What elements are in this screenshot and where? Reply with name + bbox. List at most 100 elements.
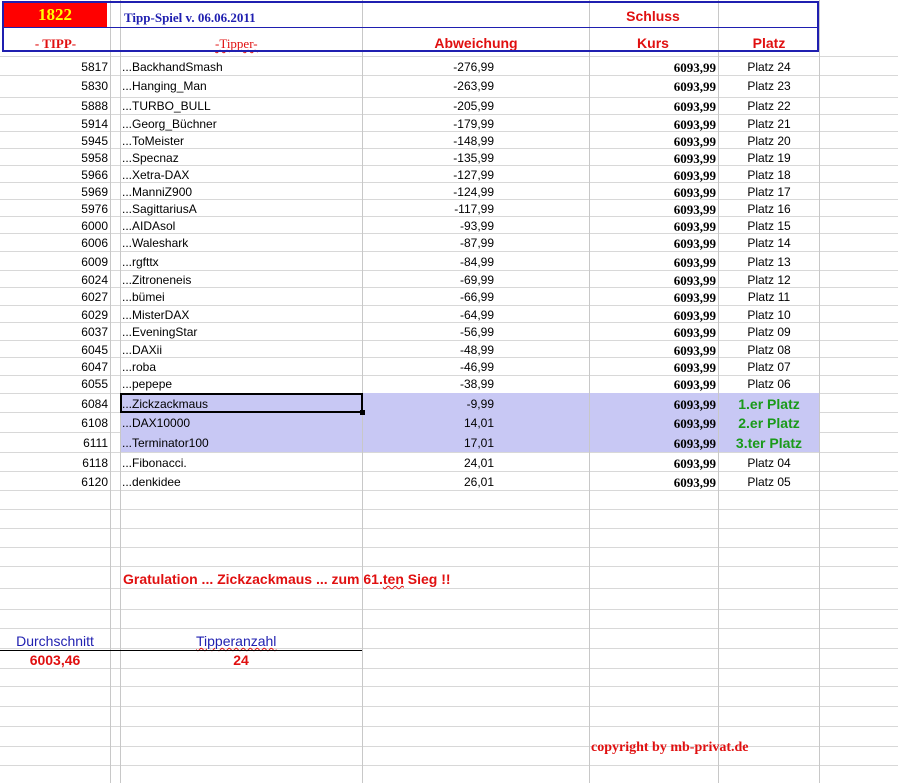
tipper-cell[interactable]: ...SagittariusA: [122, 201, 362, 218]
tipper-cell[interactable]: ...MisterDAX: [122, 307, 362, 324]
tipp-cell[interactable]: 5888: [0, 98, 108, 115]
abweichung-cell[interactable]: -66,99: [362, 289, 494, 306]
platz-cell[interactable]: Platz 17: [719, 184, 819, 201]
count-value[interactable]: 24: [196, 652, 286, 669]
platz-cell[interactable]: 1.er Platz: [719, 396, 819, 413]
tipper-cell[interactable]: ...roba: [122, 359, 362, 376]
tipp-cell[interactable]: 6120: [0, 474, 108, 491]
tipp-cell[interactable]: 6055: [0, 376, 108, 393]
kurs-cell[interactable]: 6093,99: [590, 415, 716, 432]
tipper-cell[interactable]: ...Waleshark: [122, 235, 362, 252]
abweichung-cell[interactable]: -117,99: [362, 201, 494, 218]
platz-cell[interactable]: Platz 06: [719, 376, 819, 393]
abweichung-cell[interactable]: -124,99: [362, 184, 494, 201]
tipp-cell[interactable]: 5914: [0, 116, 108, 133]
tipp-cell[interactable]: 5969: [0, 184, 108, 201]
tipper-cell[interactable]: ...Georg_Büchner: [122, 116, 362, 133]
platz-cell[interactable]: Platz 22: [719, 98, 819, 115]
selected-cell[interactable]: [120, 393, 363, 413]
tipp-cell[interactable]: 6111: [0, 435, 108, 452]
abweichung-cell[interactable]: -135,99: [362, 150, 494, 167]
tipp-cell[interactable]: 6045: [0, 342, 108, 359]
abweichung-cell[interactable]: 26,01: [362, 474, 494, 491]
kurs-cell[interactable]: 6093,99: [590, 254, 716, 271]
fill-handle[interactable]: [360, 410, 365, 415]
kurs-cell[interactable]: 6093,99: [590, 78, 716, 95]
abweichung-cell[interactable]: 14,01: [362, 415, 494, 432]
kurs-cell[interactable]: 6093,99: [590, 307, 716, 324]
kurs-cell[interactable]: 6093,99: [590, 184, 716, 201]
kurs-cell[interactable]: 6093,99: [590, 474, 716, 491]
platz-cell[interactable]: Platz 14: [719, 235, 819, 252]
tipper-cell[interactable]: ...denkidee: [122, 474, 362, 491]
tipper-cell[interactable]: ...Hanging_Man: [122, 78, 362, 95]
platz-cell[interactable]: Platz 20: [719, 133, 819, 150]
abweichung-cell[interactable]: 17,01: [362, 435, 494, 452]
platz-cell[interactable]: Platz 21: [719, 116, 819, 133]
platz-cell[interactable]: 2.er Platz: [719, 415, 819, 432]
platz-cell[interactable]: Platz 11: [719, 289, 819, 306]
tipper-cell[interactable]: ...Zitroneneis: [122, 272, 362, 289]
platz-cell[interactable]: 3.ter Platz: [719, 435, 819, 452]
kurs-cell[interactable]: 6093,99: [590, 359, 716, 376]
tipp-cell[interactable]: 6024: [0, 272, 108, 289]
kurs-cell[interactable]: 6093,99: [590, 272, 716, 289]
platz-cell[interactable]: Platz 05: [719, 474, 819, 491]
abweichung-cell[interactable]: -276,99: [362, 59, 494, 76]
tipp-cell[interactable]: 5976: [0, 201, 108, 218]
platz-cell[interactable]: Platz 12: [719, 272, 819, 289]
platz-cell[interactable]: Platz 24: [719, 59, 819, 76]
average-value[interactable]: 6003,46: [0, 652, 110, 669]
abweichung-cell[interactable]: -48,99: [362, 342, 494, 359]
kurs-cell[interactable]: 6093,99: [590, 455, 716, 472]
kurs-cell[interactable]: 6093,99: [590, 324, 716, 341]
platz-cell[interactable]: Platz 23: [719, 78, 819, 95]
abweichung-cell[interactable]: -64,99: [362, 307, 494, 324]
platz-cell[interactable]: Platz 18: [719, 167, 819, 184]
tipp-cell[interactable]: 5817: [0, 59, 108, 76]
kurs-cell[interactable]: 6093,99: [590, 396, 716, 413]
kurs-cell[interactable]: 6093,99: [590, 289, 716, 306]
abweichung-cell[interactable]: -46,99: [362, 359, 494, 376]
abweichung-cell[interactable]: -69,99: [362, 272, 494, 289]
tipp-cell[interactable]: 6027: [0, 289, 108, 306]
kurs-cell[interactable]: 6093,99: [590, 342, 716, 359]
tipper-cell[interactable]: ...Xetra-DAX: [122, 167, 362, 184]
tipp-cell[interactable]: 6000: [0, 218, 108, 235]
tipp-cell[interactable]: 6118: [0, 455, 108, 472]
abweichung-cell[interactable]: -87,99: [362, 235, 494, 252]
kurs-cell[interactable]: 6093,99: [590, 235, 716, 252]
abweichung-cell[interactable]: -179,99: [362, 116, 494, 133]
tipp-cell[interactable]: 6029: [0, 307, 108, 324]
abweichung-cell[interactable]: -205,99: [362, 98, 494, 115]
tipp-cell[interactable]: 6009: [0, 254, 108, 271]
tipper-cell[interactable]: ...Terminator100: [122, 435, 362, 452]
kurs-cell[interactable]: 6093,99: [590, 218, 716, 235]
tipper-cell[interactable]: ...TURBO_BULL: [122, 98, 362, 115]
platz-cell[interactable]: Platz 16: [719, 201, 819, 218]
tipp-cell[interactable]: 6047: [0, 359, 108, 376]
abweichung-cell[interactable]: -84,99: [362, 254, 494, 271]
tipp-cell[interactable]: 5945: [0, 133, 108, 150]
tipp-cell[interactable]: 6108: [0, 415, 108, 432]
kurs-cell[interactable]: 6093,99: [590, 59, 716, 76]
kurs-cell[interactable]: 6093,99: [590, 201, 716, 218]
abweichung-cell[interactable]: -148,99: [362, 133, 494, 150]
platz-cell[interactable]: Platz 09: [719, 324, 819, 341]
platz-cell[interactable]: Platz 13: [719, 254, 819, 271]
kurs-cell[interactable]: 6093,99: [590, 116, 716, 133]
tipper-cell[interactable]: ...AIDAsol: [122, 218, 362, 235]
abweichung-cell[interactable]: -127,99: [362, 167, 494, 184]
abweichung-cell[interactable]: -56,99: [362, 324, 494, 341]
kurs-cell[interactable]: 6093,99: [590, 150, 716, 167]
abweichung-cell[interactable]: -38,99: [362, 376, 494, 393]
tipper-cell[interactable]: ...bümei: [122, 289, 362, 306]
tipper-cell[interactable]: ...Fibonacci.: [122, 455, 362, 472]
abweichung-cell[interactable]: -9,99: [362, 396, 494, 413]
tipper-cell[interactable]: ...rgfttx: [122, 254, 362, 271]
platz-cell[interactable]: Platz 08: [719, 342, 819, 359]
tipper-cell[interactable]: ...pepepe: [122, 376, 362, 393]
tipp-cell[interactable]: 6006: [0, 235, 108, 252]
kurs-cell[interactable]: 6093,99: [590, 167, 716, 184]
kurs-cell[interactable]: 6093,99: [590, 376, 716, 393]
